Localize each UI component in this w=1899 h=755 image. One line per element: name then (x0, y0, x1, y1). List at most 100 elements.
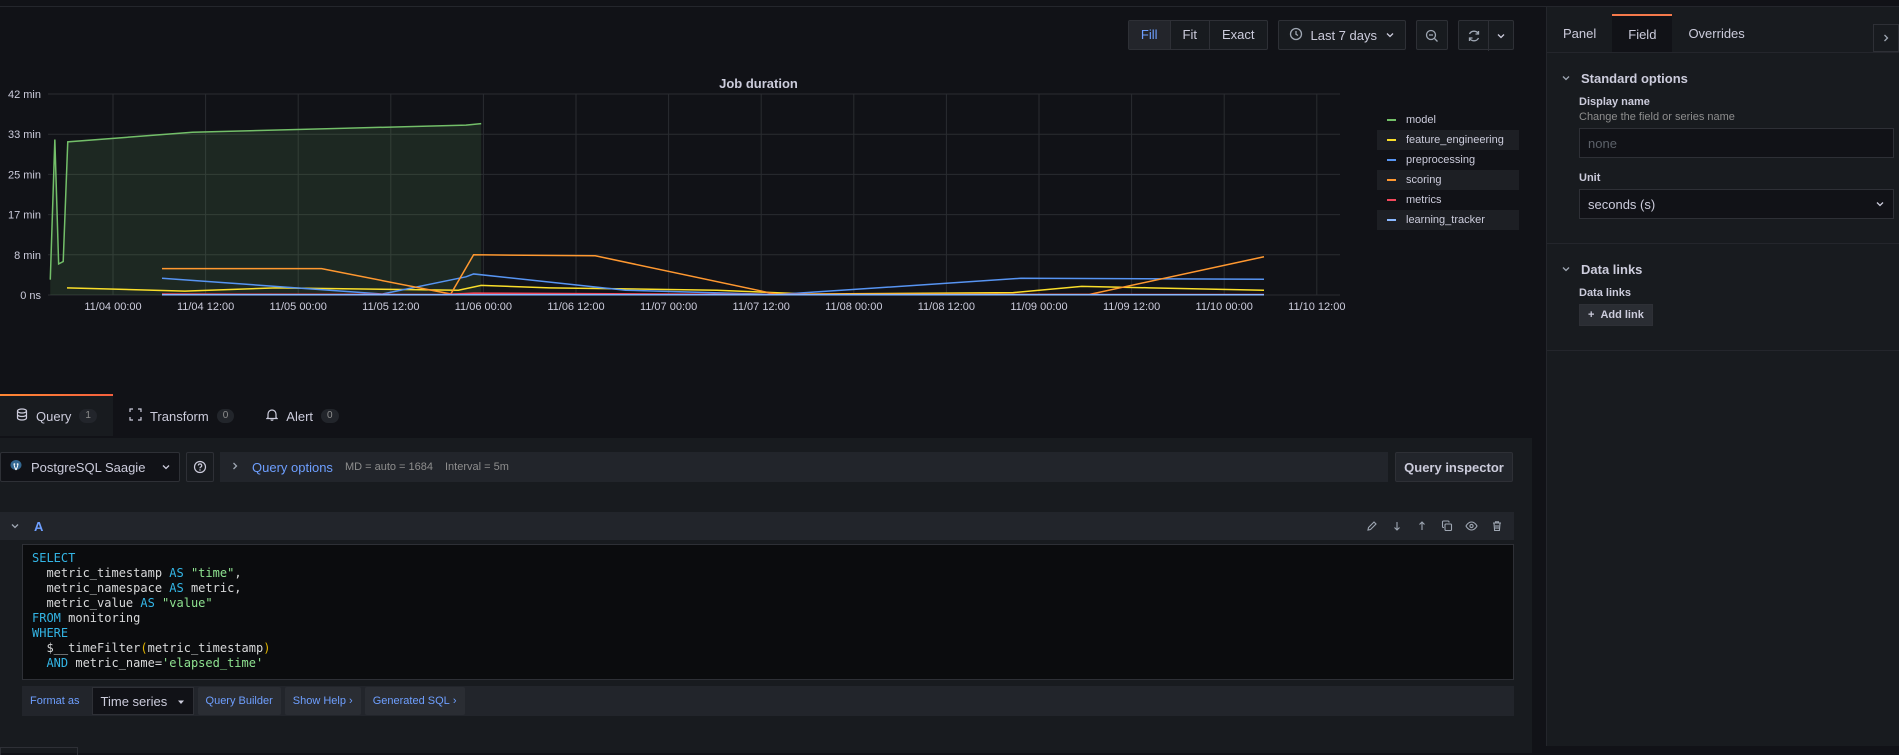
collapse-pane-button[interactable] (1873, 24, 1899, 52)
query-options-bar[interactable]: Query options MD = auto = 1684 Interval … (220, 452, 1388, 482)
datasource-picker[interactable]: PostgreSQL Saagie (0, 452, 180, 482)
legend-label: preprocessing (1406, 154, 1476, 166)
query-footer: Format as Time series Query Builder Show… (22, 686, 1514, 716)
chevron-right-icon: › (349, 695, 353, 707)
move-up-icon[interactable] (1414, 519, 1429, 534)
legend-label: learning_tracker (1406, 214, 1485, 226)
max-data-points: MD = auto = 1684 (344, 461, 433, 473)
tab-field[interactable]: Field (1612, 14, 1673, 52)
chart-plot: 42 min 33 min 25 min 17 min 8 min 0 ns 11/04 0… (8, 89, 1345, 313)
legend-item-scoring[interactable]: scoring (1377, 170, 1519, 190)
legend-item-learning_tracker[interactable]: learning_tracker (1377, 210, 1519, 230)
x-tick-label: 11/10 00:00 (1196, 301, 1253, 313)
legend-item-metrics[interactable]: metrics (1377, 190, 1519, 210)
x-tick-label: 11/08 00:00 (825, 301, 882, 313)
eye-icon[interactable] (1464, 519, 1479, 534)
x-tick-label: 11/10 12:00 (1288, 301, 1345, 313)
legend-label: feature_engineering (1406, 134, 1504, 146)
legend-swatch (1387, 159, 1396, 161)
chevron-down-icon (1561, 262, 1571, 277)
y-tick-label: 33 min (8, 129, 41, 141)
chevron-right-icon (1884, 34, 1889, 42)
postgresql-icon (9, 459, 23, 476)
tab-label: Alert (286, 408, 314, 424)
x-tick-label: 11/07 12:00 (733, 301, 790, 313)
legend-swatch (1387, 119, 1396, 121)
standard-options-section: Standard options Display name Change the… (1547, 53, 1899, 244)
tab-transform[interactable]: Transform 0 (113, 394, 250, 436)
editor-tabs: Query 1 Transform 0 Alert 0 (0, 394, 1532, 436)
fill-button[interactable]: Fill (1128, 21, 1171, 49)
query-builder-button[interactable]: Query Builder (197, 687, 281, 715)
chevron-right-icon: › (452, 695, 457, 707)
x-tick-label: 11/07 00:00 (640, 301, 697, 313)
plus-icon: + (1588, 309, 1595, 321)
bell-icon (265, 408, 279, 424)
display-name-field: Display name Change the field or series … (1547, 94, 1899, 164)
datasource-name: PostgreSQL Saagie (31, 459, 146, 475)
sql-editor[interactable]: SELECT metric_timestamp AS "time", metri… (22, 544, 1514, 680)
transform-icon (129, 408, 142, 424)
chevron-down-icon (10, 519, 20, 534)
y-tick-label: 17 min (8, 210, 41, 222)
legend-item-feature_engineering[interactable]: feature_engineering (1377, 130, 1519, 150)
add-link-button[interactable]: + Add link (1579, 304, 1653, 326)
view-mode-group: Fill Fit Exact (1127, 20, 1268, 50)
standard-options-header[interactable]: Standard options (1547, 63, 1899, 94)
legend-item-model[interactable]: model (1377, 110, 1519, 130)
datasource-row: PostgreSQL Saagie Query options MD = aut… (0, 452, 1532, 482)
refresh-group (1458, 20, 1514, 51)
refresh-button[interactable] (1459, 21, 1489, 51)
tab-query[interactable]: Query 1 (0, 394, 113, 436)
data-links-header[interactable]: Data links (1547, 254, 1899, 285)
x-tick-label: 11/06 12:00 (547, 301, 604, 313)
tab-count: 0 (216, 409, 235, 423)
tab-label: Transform (149, 408, 209, 424)
query-name: A (34, 518, 44, 534)
query-row-header[interactable]: A (0, 512, 1514, 540)
tab-label: Query (36, 408, 72, 424)
query-actions (1364, 512, 1504, 540)
query-inspector-button[interactable]: Query inspector (1395, 452, 1513, 482)
move-down-icon[interactable] (1389, 519, 1404, 534)
query-tab-content: PostgreSQL Saagie Query options MD = aut… (0, 438, 1532, 755)
legend-label: metrics (1406, 194, 1442, 206)
unit-select[interactable]: seconds (s) (1579, 189, 1894, 219)
zoom-out-button[interactable] (1416, 20, 1448, 50)
format-select[interactable]: Time series (91, 687, 194, 715)
copy-icon[interactable] (1439, 519, 1454, 534)
x-tick-label: 11/04 12:00 (177, 301, 234, 313)
x-tick-label: 11/09 00:00 (1010, 301, 1067, 313)
trash-icon[interactable] (1489, 519, 1504, 534)
refresh-interval-dropdown[interactable] (1489, 21, 1513, 51)
datasource-help-button[interactable] (186, 452, 214, 482)
add-query-button-edge[interactable] (0, 747, 78, 755)
format-value: Time series (100, 693, 168, 709)
time-picker[interactable]: Last 7 days (1277, 20, 1406, 50)
tab-count: 0 (321, 409, 339, 423)
generated-sql-button[interactable]: Generated SQL › (364, 687, 465, 715)
x-tick-label: 11/09 12:00 (1103, 301, 1160, 313)
y-tick-label: 0 ns (20, 290, 41, 302)
x-tick-label: 11/06 00:00 (455, 301, 512, 313)
interval-value: Interval = 5m (445, 461, 509, 473)
time-range-label: Last 7 days (1310, 27, 1378, 43)
refresh-icon (1468, 30, 1479, 42)
y-tick-label: 25 min (8, 169, 41, 181)
exact-button[interactable]: Exact (1210, 21, 1267, 49)
chevron-down-icon (1561, 71, 1571, 86)
y-tick-label: 8 min (14, 250, 41, 262)
fit-button[interactable]: Fit (1171, 21, 1210, 49)
show-help-button[interactable]: Show Help › (284, 687, 361, 715)
display-name-input[interactable]: none (1579, 128, 1894, 158)
unit-value: seconds (s) (1588, 196, 1656, 212)
chevron-down-icon (161, 460, 171, 475)
tab-count: 1 (79, 409, 97, 423)
tab-overrides[interactable]: Overrides (1672, 14, 1760, 52)
legend-item-preprocessing[interactable]: preprocessing (1377, 150, 1519, 170)
panel-toolbar: Fill Fit Exact Last 7 days (1127, 20, 1514, 51)
tab-alert[interactable]: Alert 0 (250, 394, 354, 436)
caret-down-icon (177, 694, 185, 709)
pencil-icon[interactable] (1364, 519, 1379, 534)
tab-panel[interactable]: Panel (1547, 14, 1612, 52)
